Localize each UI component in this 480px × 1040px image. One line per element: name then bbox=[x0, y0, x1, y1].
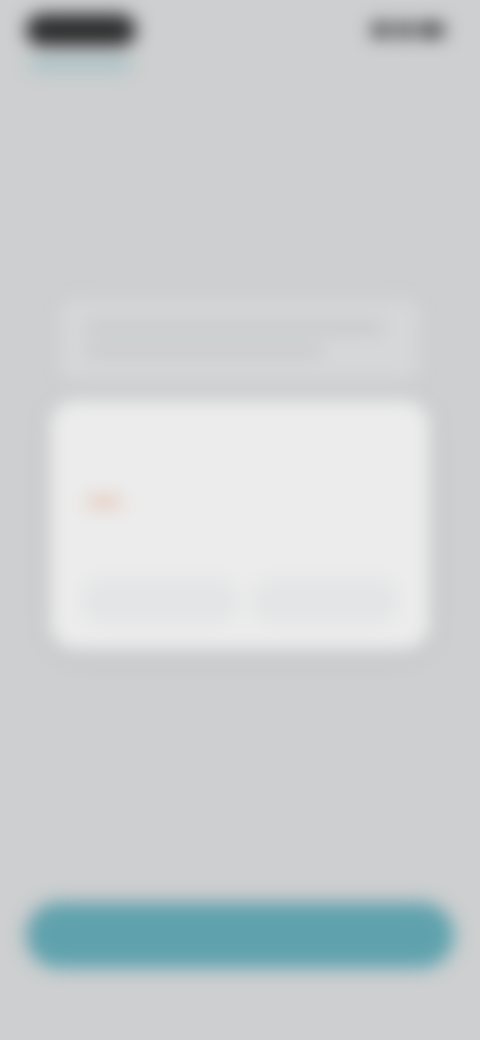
status-bar bbox=[0, 0, 480, 64]
heading-line-2 bbox=[30, 136, 450, 172]
status-time-pill bbox=[26, 14, 136, 46]
battery-icon bbox=[418, 23, 444, 37]
heading-line-1 bbox=[30, 100, 450, 136]
dialog-body bbox=[86, 490, 396, 512]
page-heading bbox=[30, 100, 450, 172]
blurred-screen bbox=[0, 0, 480, 1040]
dialog-primary-button[interactable] bbox=[250, 578, 400, 624]
dialog-secondary-button[interactable] bbox=[80, 578, 240, 624]
status-icons bbox=[364, 20, 444, 40]
alert-dialog bbox=[50, 400, 430, 650]
content-line bbox=[84, 346, 324, 356]
signal-icon bbox=[372, 23, 390, 37]
continue-button[interactable] bbox=[26, 902, 454, 968]
dialog-button-row bbox=[80, 578, 400, 628]
wifi-icon bbox=[396, 23, 412, 37]
warning-highlight bbox=[86, 496, 122, 507]
content-line bbox=[84, 322, 384, 332]
header-accent-line bbox=[30, 62, 130, 68]
content-card bbox=[60, 300, 420, 380]
